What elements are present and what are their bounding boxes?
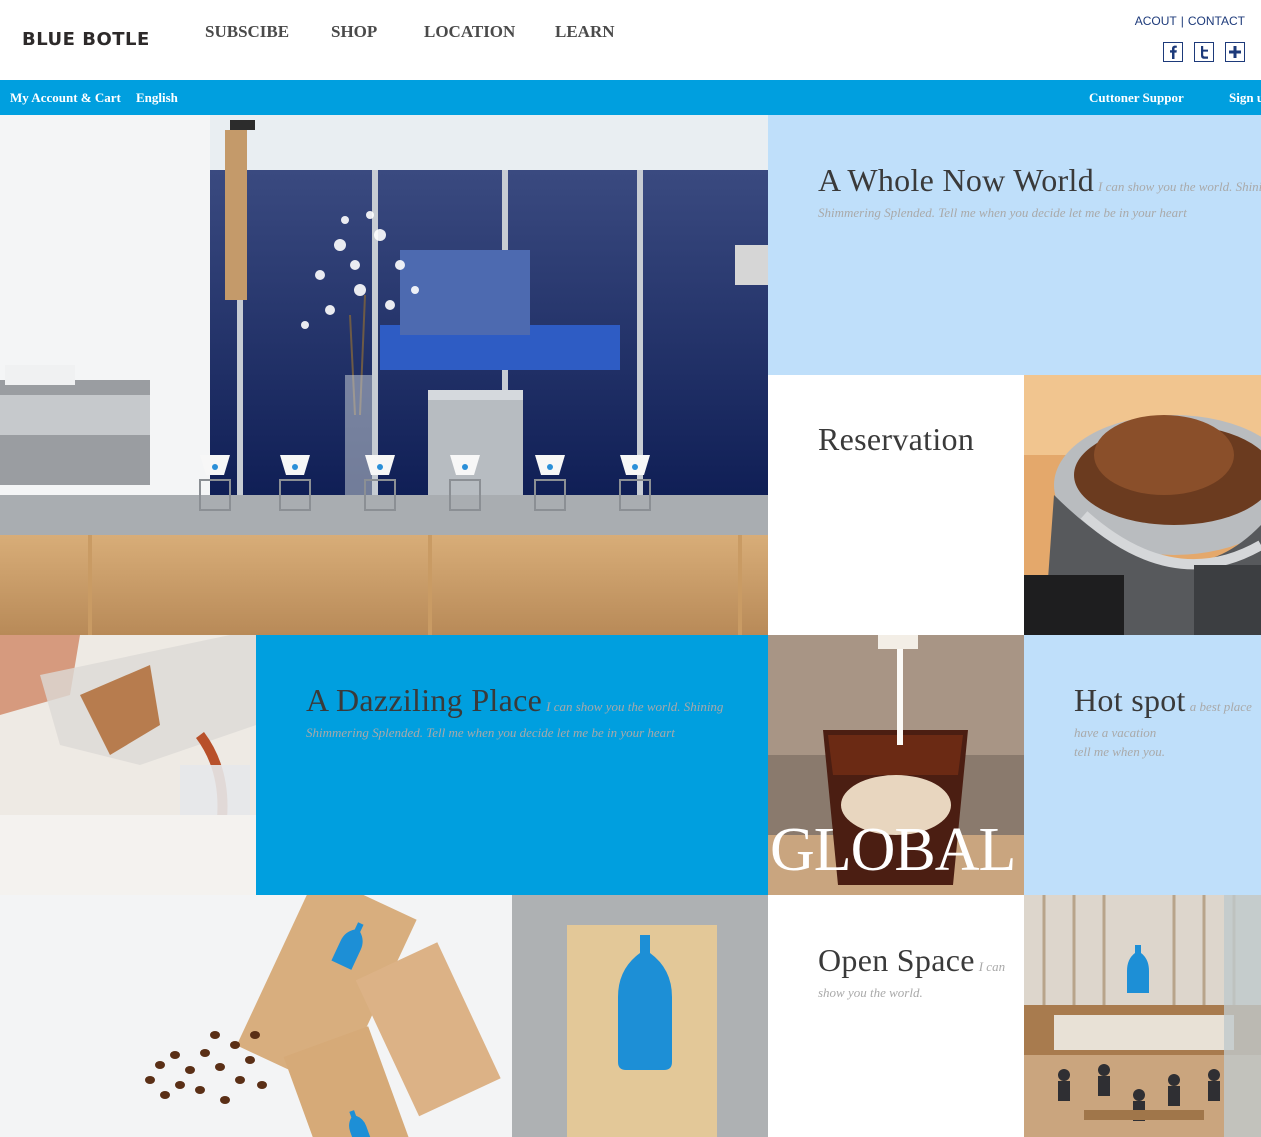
site-logo[interactable]: BLUE BOTLE [22, 29, 150, 50]
nav-location[interactable]: LOCATION [424, 22, 515, 42]
plus-icon[interactable] [1225, 42, 1245, 62]
whole-world-title: A Whole Now World [818, 162, 1094, 198]
whole-world-tile[interactable]: A Whole Now World I can show you the wor… [768, 115, 1261, 375]
dazzling-place-tile[interactable]: A Dazziling Place I can show you the wor… [256, 635, 768, 895]
open-space-subtitle-line2: show you the world. [818, 985, 923, 1000]
dazzling-place-title: A Dazziling Place [306, 682, 543, 718]
sign-up-link[interactable]: Sign u [1229, 90, 1261, 106]
top-links-separator: | [1180, 14, 1184, 28]
hot-spot-tile[interactable]: Hot spot a best place have a vacation te… [1024, 635, 1261, 895]
hot-spot-subtitle-line3: tell me when you. [1074, 744, 1165, 759]
open-space-title: Open Space [818, 942, 975, 978]
whole-world-subtitle-line2: Shimmering Splended. Tell me when you de… [818, 205, 1187, 220]
nav-shop[interactable]: SHOP [331, 22, 377, 42]
twitter-icon[interactable] [1194, 42, 1214, 62]
cafe-interior-image [0, 115, 768, 635]
account-link[interactable]: ACOUT [1135, 14, 1177, 28]
reservation-tile[interactable]: Reservation [768, 375, 1024, 635]
coffee-bags-image [0, 895, 512, 1137]
whole-world-subtitle: I can show you the world. Shinin [1098, 179, 1261, 194]
customer-support-link[interactable]: Cuttoner Suppor [1089, 90, 1184, 106]
top-links: ACOUT | CONTACT [1135, 14, 1245, 28]
hot-spot-title: Hot spot [1074, 682, 1186, 718]
hot-spot-subtitle-line2: have a vacation [1074, 725, 1157, 740]
my-account-cart-link[interactable]: My Account & Cart [10, 90, 121, 106]
global-tile[interactable]: GLOBAL [768, 635, 1024, 895]
hot-spot-subtitle: a best place [1189, 699, 1252, 714]
reservation-title: Reservation [818, 421, 975, 457]
coffee-grounds-image [1024, 375, 1261, 635]
open-space-subtitle: I can [978, 959, 1006, 974]
facebook-icon[interactable] [1163, 42, 1183, 62]
utility-bar: My Account & Cart English Cuttoner Suppo… [0, 80, 1261, 115]
language-link[interactable]: English [136, 90, 178, 106]
global-label: GLOBAL [770, 816, 1016, 884]
cafe-hall-image [1024, 895, 1261, 1137]
pour-over-image [0, 635, 256, 895]
dazzling-place-subtitle: I can show you the world. Shining [546, 699, 724, 714]
wooden-sign-image [512, 895, 768, 1137]
nav-learn[interactable]: LEARN [555, 22, 615, 42]
dazzling-place-subtitle-line2: Shimmering Splended. Tell me when you de… [306, 725, 675, 740]
social-links [1163, 42, 1245, 62]
site-header: BLUE BOTLE SUBSCIBE SHOP LOCATION LEARN … [0, 0, 1261, 80]
nav-subscribe[interactable]: SUBSCIBE [205, 22, 289, 42]
contact-link[interactable]: CONTACT [1188, 14, 1245, 28]
open-space-tile[interactable]: Open Space I can show you the world. [768, 895, 1024, 1137]
